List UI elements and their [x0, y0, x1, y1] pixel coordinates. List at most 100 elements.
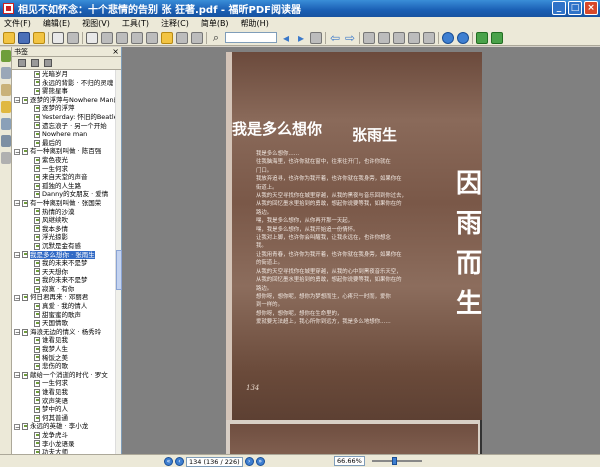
fit-page-icon[interactable] — [423, 31, 435, 44]
bookmark-item[interactable]: 何其普通 — [12, 414, 116, 423]
bookmark-item[interactable]: 风继续吹 — [12, 216, 116, 225]
bookmark-item[interactable]: 热情的沙漠 — [12, 208, 116, 217]
pages-tab-icon[interactable] — [1, 67, 11, 79]
document-view[interactable]: 我是多么想你 张雨生 因 雨 而 生 我是多么想你…… 往我脑海里，也许你就在窗中… — [122, 47, 600, 454]
back-icon[interactable]: ⇦ — [329, 32, 341, 44]
text-select-icon[interactable] — [131, 31, 143, 44]
bookmark-chapter[interactable]: − 我是多么想你 · 张雨生 — [12, 250, 116, 260]
zoom-slider[interactable] — [372, 457, 422, 465]
zoom-tool-icon[interactable] — [146, 31, 158, 44]
bookmarks-tab-icon[interactable] — [1, 50, 11, 62]
bookmark-item[interactable]: 谁看见我 — [12, 336, 116, 345]
collapse-toggle-icon[interactable]: − — [14, 423, 20, 430]
page-number-field[interactable]: 134 (136 / 226) — [186, 456, 243, 467]
bookmark-item[interactable]: 稀饭之美 — [12, 354, 116, 363]
zoom-field[interactable]: 66.66% — [334, 456, 365, 466]
zoom-slider-knob[interactable] — [392, 457, 397, 465]
page-icon[interactable] — [310, 31, 322, 44]
find-prev-icon[interactable]: ◂ — [280, 32, 292, 44]
bookmark-item[interactable]: 最后的 — [12, 139, 116, 148]
bookmark-item[interactable]: 梦中的人 — [12, 405, 116, 414]
typewriter-icon[interactable] — [176, 31, 188, 44]
next-page-button[interactable]: › — [244, 457, 254, 466]
signatures-tab-icon[interactable] — [1, 152, 11, 164]
new-bookmark-icon[interactable] — [31, 59, 39, 67]
bookmark-item[interactable]: 来自天堂的声音 — [12, 173, 116, 182]
select-tool-icon[interactable] — [116, 31, 128, 44]
attachments-tab-icon[interactable] — [1, 118, 11, 130]
bookmark-item[interactable]: 浮光掠影 — [12, 233, 116, 242]
layers-tab-icon[interactable] — [1, 84, 11, 96]
bookmark-item[interactable]: 我的未来不是梦 — [12, 259, 116, 268]
email-icon[interactable] — [67, 31, 79, 44]
comments-tab-icon[interactable] — [1, 101, 11, 113]
bookmark-chapter[interactable]: − 海浪无边的情义 · 杨秀玲 — [12, 328, 116, 337]
bookmark-item[interactable]: 紫色夜光 — [12, 156, 116, 165]
bookmark-item[interactable]: Danny的女朋友 · 爱情 — [12, 190, 116, 199]
menu-tools[interactable]: 工具(T) — [122, 18, 149, 29]
layout-single-icon[interactable] — [476, 31, 488, 44]
bookmark-chapter[interactable]: − 永远的英雄 · 李小龙 — [12, 422, 116, 431]
minimize-button[interactable]: _ — [552, 1, 566, 15]
bookmark-chapter[interactable]: − 献给一个消逝的时代 · 罗文 — [12, 371, 116, 380]
menu-edit[interactable]: 编辑(E) — [43, 18, 70, 29]
collapse-toggle-icon[interactable]: − — [14, 97, 20, 104]
bookmark-item[interactable]: 一生何求 — [12, 165, 116, 174]
bookmark-item[interactable]: 遗忘浪子 · 另一个开始 — [12, 122, 116, 131]
panel-close-icon[interactable]: × — [112, 47, 119, 57]
menu-simple[interactable]: 简单(B) — [201, 18, 229, 29]
collapse-toggle-icon[interactable]: − — [14, 148, 20, 155]
find-next-icon[interactable]: ▸ — [295, 32, 307, 44]
forward-icon[interactable]: ⇨ — [344, 32, 356, 44]
actual-size-icon[interactable] — [393, 31, 405, 44]
bookmark-options-icon[interactable] — [44, 59, 52, 67]
layout-continuous-icon[interactable] — [491, 31, 503, 44]
bookmark-item[interactable]: 龙争虎斗 — [12, 431, 116, 440]
bookmark-item[interactable]: 永远的背影 · 不归的灵魂 — [12, 79, 116, 88]
bookmark-item[interactable]: 真爱 · 我的情人 — [12, 302, 116, 311]
bookmark-item[interactable]: 天天想你 — [12, 268, 116, 277]
collapse-toggle-icon[interactable]: − — [14, 329, 20, 336]
zoom-in-icon[interactable] — [363, 31, 375, 44]
bookmark-item[interactable]: 天国情歌 — [12, 319, 116, 328]
maximize-button[interactable]: □ — [568, 1, 582, 15]
bookmark-chapter[interactable]: − 有一种离别叫做 · 陈百强 — [12, 147, 116, 156]
snapshot-icon[interactable] — [86, 31, 98, 44]
bookmark-item[interactable]: Nowhere man — [12, 130, 116, 139]
menu-help[interactable]: 帮助(H) — [241, 18, 269, 29]
bookmark-item[interactable]: 甜蜜蜜的歌声 — [12, 311, 116, 320]
rotate-right-icon[interactable] — [457, 31, 469, 44]
open-file-icon[interactable] — [3, 31, 15, 44]
binoculars-icon[interactable]: ⌕ — [210, 31, 222, 44]
close-button[interactable]: × — [584, 1, 598, 15]
collapse-toggle-icon[interactable]: − — [14, 251, 20, 258]
bookmark-item[interactable]: 悲伤的歌 — [12, 362, 116, 371]
bookmark-chapter[interactable]: − 逐梦的浮萍与Nowhere Man的 — [12, 96, 116, 105]
bookmark-item[interactable]: 寂寞 · 有你 — [12, 285, 116, 294]
bookmark-scrollbar[interactable] — [115, 70, 122, 454]
bookmark-item[interactable]: 我本多情 — [12, 225, 116, 234]
bookmark-item[interactable]: 我梦人生 — [12, 345, 116, 354]
print-icon[interactable] — [52, 31, 64, 44]
bookmark-item[interactable]: 光暗岁月 — [12, 70, 116, 79]
bookmark-item[interactable]: 沉默是金有感 — [12, 242, 116, 251]
bookmark-item[interactable]: 我的未来不是梦 — [12, 276, 116, 285]
bookmark-item[interactable]: 雾熊星事 — [12, 87, 116, 96]
bookmark-item[interactable]: 孤独的人生路 — [12, 182, 116, 191]
open-folder-icon[interactable] — [33, 31, 45, 44]
menu-view[interactable]: 视图(V) — [82, 18, 110, 29]
bookmark-item[interactable]: 欢声笑语 — [12, 397, 116, 406]
first-page-button[interactable]: « — [164, 457, 173, 466]
security-tab-icon[interactable] — [1, 135, 11, 147]
bookmark-item[interactable]: 谁看见我 — [12, 388, 116, 397]
bookmark-item[interactable]: 李小龙语录 — [12, 440, 116, 449]
delete-bookmark-icon[interactable] — [18, 59, 26, 67]
collapse-toggle-icon[interactable]: − — [14, 200, 20, 207]
last-page-button[interactable]: » — [255, 457, 265, 466]
collapse-toggle-icon[interactable]: − — [14, 294, 20, 301]
fit-width-icon[interactable] — [408, 31, 420, 44]
save-icon[interactable] — [18, 31, 30, 44]
collapse-toggle-icon[interactable]: − — [14, 372, 20, 379]
menu-comment[interactable]: 注释(C) — [161, 18, 189, 29]
bookmark-chapter[interactable]: − 有一种离别叫做 · 张国荣 — [12, 199, 116, 208]
